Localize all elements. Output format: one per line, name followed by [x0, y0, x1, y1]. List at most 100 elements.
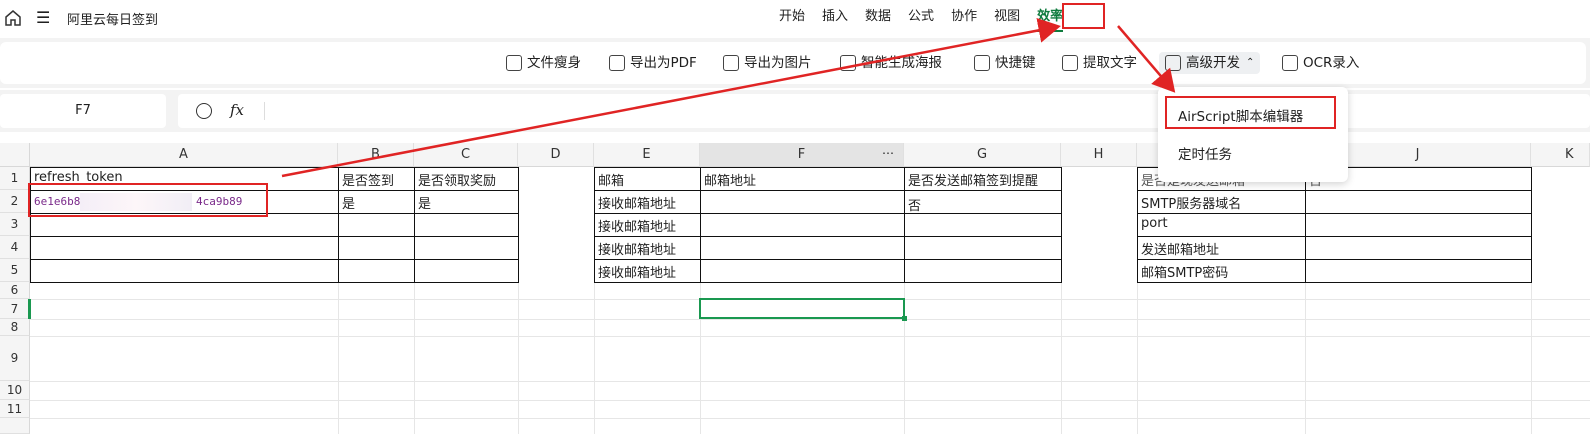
shortcuts-button[interactable]: 快捷键 [974, 54, 1036, 72]
gridline [30, 400, 1590, 401]
cell-c1[interactable]: 是否领取奖励 [415, 170, 496, 189]
more-options-icon[interactable]: ⋯ [882, 146, 894, 160]
row-header-6[interactable]: 6 [0, 282, 30, 299]
smart-poster-button[interactable]: 智能生成海报 [840, 54, 942, 72]
column-header-h[interactable]: H [1061, 143, 1137, 167]
cell-g2[interactable]: 否 [905, 195, 921, 214]
ribbon: 文件瘦身 导出为PDF 导出为图片 智能生成海报 快捷键 提取文字 高级开发 ⌃ [0, 38, 1590, 88]
cell-i5[interactable]: 邮箱SMTP密码 [1138, 262, 1228, 281]
cell-e1[interactable]: 邮箱 [595, 170, 624, 189]
annotation-box-efficiency-tab [1062, 3, 1105, 29]
row-header-11[interactable]: 11 [0, 400, 30, 418]
table-border [30, 236, 519, 237]
code-window-icon [1165, 55, 1181, 71]
row-header-2[interactable]: 2 [0, 190, 30, 213]
column-header-e[interactable]: E [594, 143, 700, 167]
gridline [30, 319, 1590, 320]
cell-b2[interactable]: 是 [339, 193, 355, 212]
table-border [594, 259, 1062, 260]
formula-divider [264, 102, 265, 120]
column-header-f[interactable]: F [700, 143, 904, 167]
column-header-b[interactable]: B [338, 143, 414, 167]
ocr-entry-button[interactable]: OCR录入 [1282, 54, 1359, 72]
cell-i3[interactable]: port [1138, 216, 1168, 231]
cell-e2[interactable]: 接收邮箱地址 [595, 193, 676, 212]
cell-c2[interactable]: 是 [415, 193, 431, 212]
export-image-button[interactable]: 导出为图片 [723, 54, 812, 72]
poster-icon [840, 55, 856, 71]
fx-icon[interactable]: fx [230, 101, 244, 119]
tab-view[interactable]: 视图 [987, 0, 1027, 36]
row-header-9[interactable]: 9 [0, 336, 30, 381]
formula-bar[interactable]: fx [178, 94, 1590, 128]
document-title: 阿里云每日签到 [67, 13, 159, 28]
advanced-dev-button[interactable]: 高级开发 ⌃ [1159, 52, 1261, 74]
table-border [594, 236, 1062, 237]
selected-cell-f7[interactable] [699, 298, 907, 321]
ocr-entry-label: OCR录入 [1303, 55, 1360, 71]
column-header-k[interactable]: K [1531, 143, 1590, 167]
row-header-5[interactable]: 5 [0, 259, 30, 282]
keyboard-icon [974, 55, 990, 71]
select-all-corner[interactable] [0, 143, 30, 167]
export-pdf-label: 导出为PDF [630, 55, 697, 71]
cell-i2[interactable]: SMTP服务器域名 [1138, 193, 1241, 212]
cell-i4[interactable]: 发送邮箱地址 [1138, 239, 1219, 258]
column-header-c[interactable]: C [414, 143, 518, 167]
zoom-search-icon[interactable] [196, 103, 212, 119]
scheduled-task-menu-item[interactable]: 定时任务 [1178, 143, 1232, 163]
column-header-g[interactable]: G [904, 143, 1061, 167]
extract-text-button[interactable]: 提取文字 [1062, 54, 1137, 72]
cell-e4[interactable]: 接收邮箱地址 [595, 239, 676, 258]
home-icon[interactable] [4, 9, 22, 27]
cell-f1[interactable]: 邮箱地址 [701, 170, 756, 189]
shortcuts-label: 快捷键 [995, 55, 1036, 71]
tab-data[interactable]: 数据 [858, 0, 898, 36]
ribbon-toolbar: 文件瘦身 导出为PDF 导出为图片 智能生成海报 快捷键 提取文字 高级开发 ⌃ [0, 42, 1586, 84]
gridline [30, 336, 1590, 337]
top-bar: ☰ 阿里云每日签到 开始 插入 数据 公式 协作 视图 效率 [0, 0, 1590, 36]
annotation-box-token [28, 183, 268, 217]
ocr-scan-icon [1282, 55, 1298, 71]
smart-poster-label: 智能生成海报 [861, 55, 942, 71]
file-slim-icon [506, 55, 522, 71]
advanced-dev-label: 高级开发 [1186, 55, 1240, 71]
tab-insert[interactable]: 插入 [815, 0, 855, 36]
active-row-marker [28, 299, 31, 319]
chevron-up-icon: ⌃ [1246, 57, 1255, 68]
name-box[interactable]: F7 [0, 94, 166, 128]
cell-e3[interactable]: 接收邮箱地址 [595, 216, 676, 235]
tab-collab[interactable]: 协作 [944, 0, 984, 36]
table-border [1137, 213, 1532, 214]
image-icon [723, 55, 739, 71]
extract-text-label: 提取文字 [1083, 55, 1137, 71]
cell-b1[interactable]: 是否签到 [339, 170, 394, 189]
table-border [1137, 236, 1532, 237]
table-border [30, 259, 519, 260]
row-header-1[interactable]: 1 [0, 167, 30, 190]
pdf-icon [609, 55, 625, 71]
hamburger-menu-icon[interactable]: ☰ [36, 10, 50, 26]
row-header-3[interactable]: 3 [0, 213, 30, 236]
tab-start[interactable]: 开始 [772, 0, 812, 36]
row-header-12[interactable] [0, 418, 30, 434]
gridline [30, 418, 1590, 419]
cell-g1[interactable]: 是否发送邮箱签到提醒 [905, 170, 1038, 189]
file-slim-label: 文件瘦身 [527, 55, 581, 71]
tab-formula[interactable]: 公式 [901, 0, 941, 36]
row-header-8[interactable]: 8 [0, 319, 30, 336]
column-header-a[interactable]: A [30, 143, 338, 167]
export-pdf-button[interactable]: 导出为PDF [609, 54, 697, 72]
table-border [1137, 259, 1532, 260]
extract-text-icon [1062, 55, 1078, 71]
formula-area: F7 fx [0, 90, 1590, 132]
row-header-10[interactable]: 10 [0, 381, 30, 400]
table-border [594, 213, 1062, 214]
row-header-4[interactable]: 4 [0, 236, 30, 259]
column-header-d[interactable]: D [518, 143, 594, 167]
file-slim-button[interactable]: 文件瘦身 [506, 54, 581, 72]
row-header-7[interactable]: 7 [0, 299, 30, 319]
cell-e5[interactable]: 接收邮箱地址 [595, 262, 676, 281]
table-border [1137, 190, 1532, 191]
gridline [30, 381, 1590, 382]
